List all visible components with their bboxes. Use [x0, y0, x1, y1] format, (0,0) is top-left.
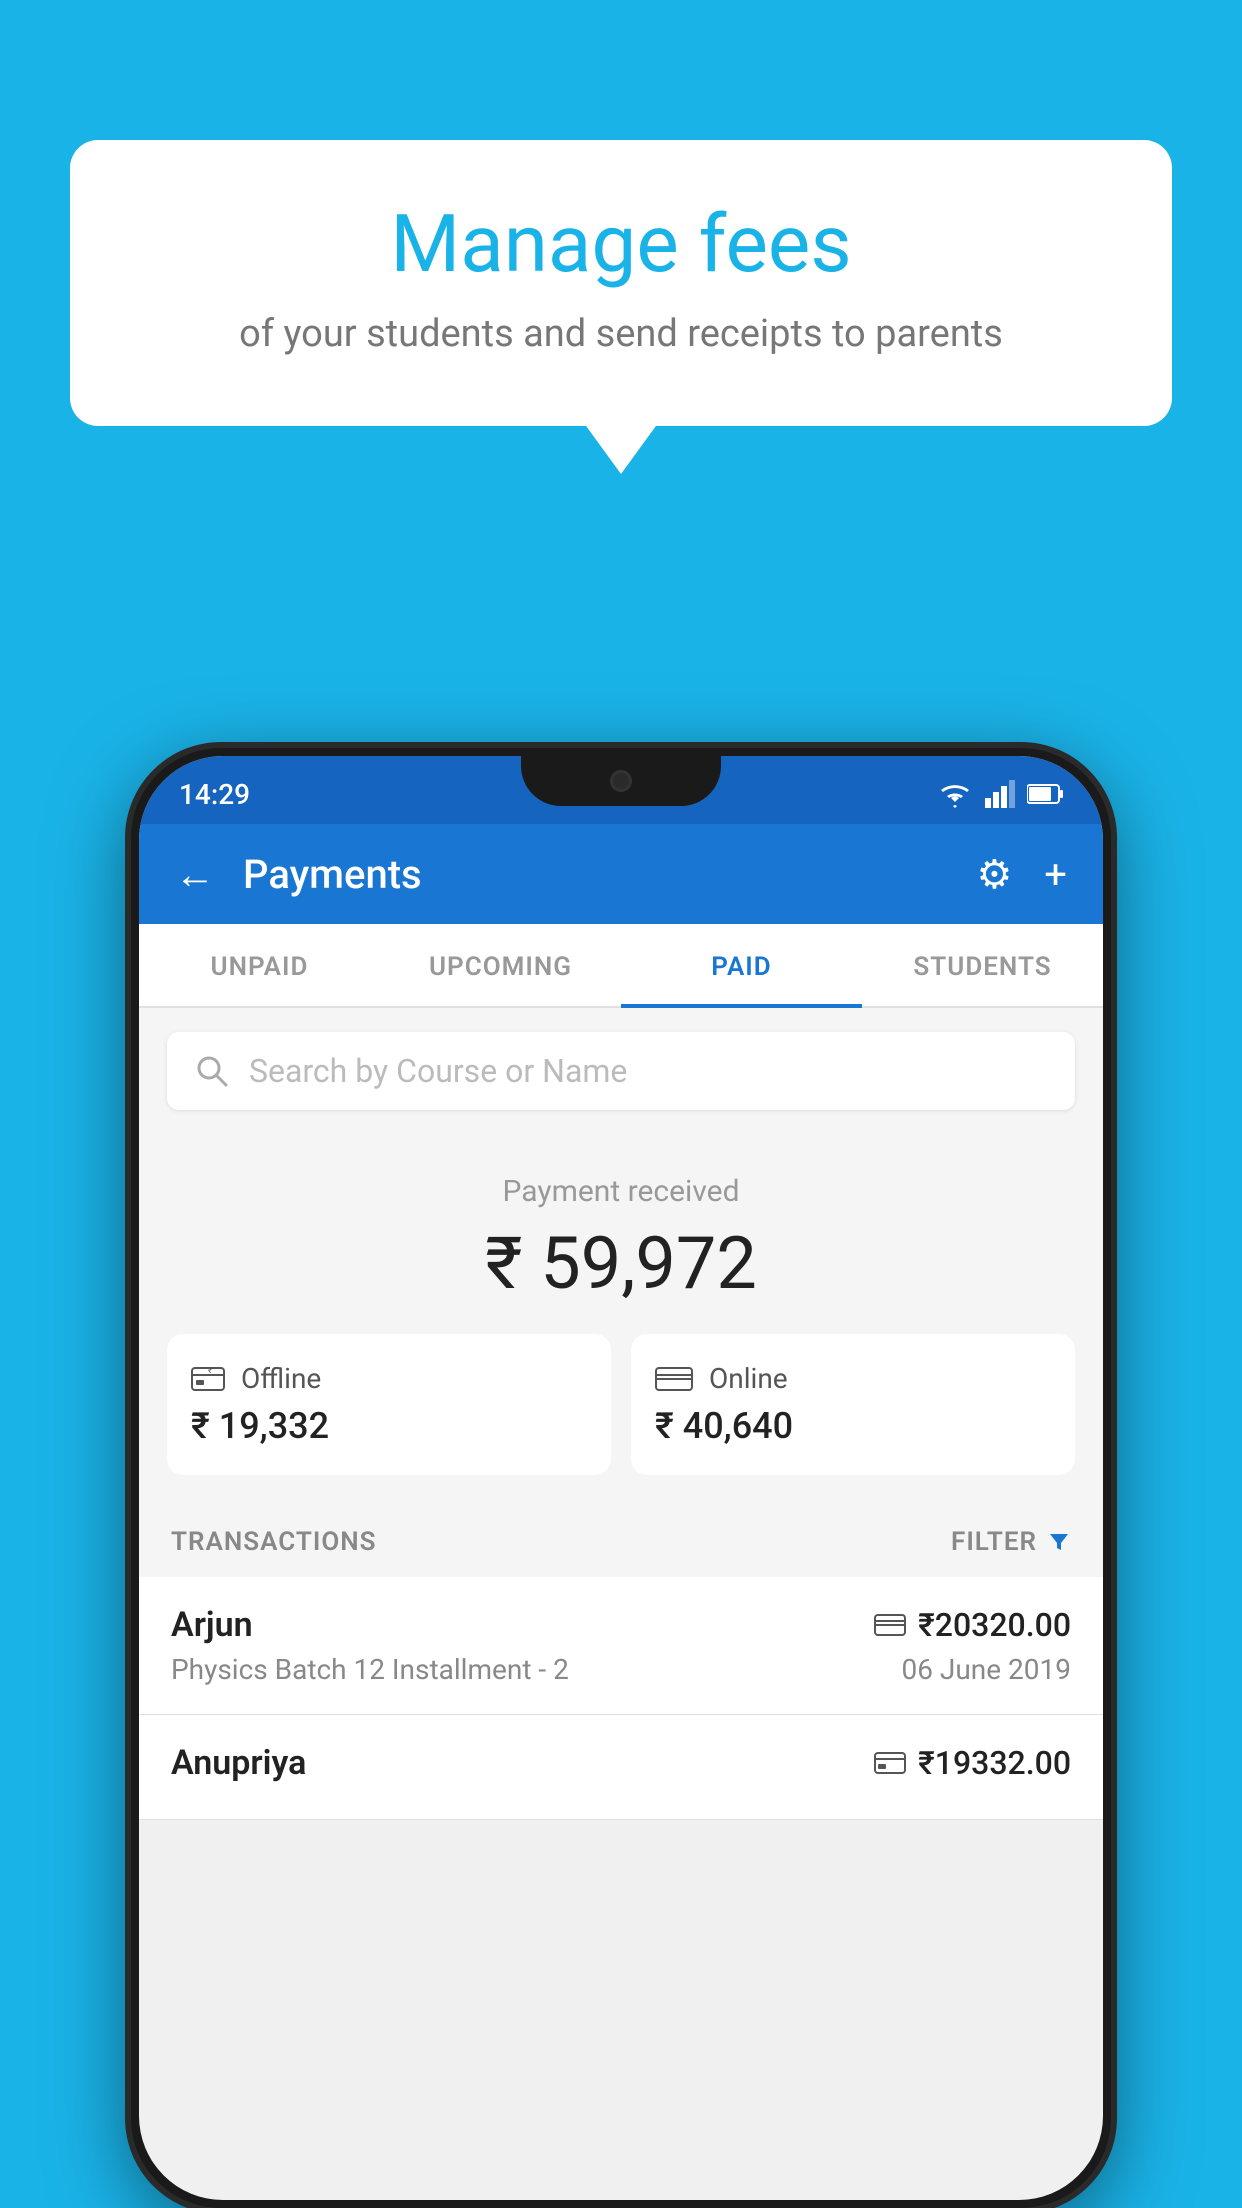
filter-button[interactable]: FILTER — [951, 1527, 1071, 1557]
offline-payment-icon: ₹ — [191, 1365, 225, 1393]
tab-upcoming[interactable]: UPCOMING — [380, 924, 621, 1006]
speech-bubble-subtitle: of your students and send receipts to pa… — [150, 312, 1092, 356]
payment-received-label: Payment received — [167, 1174, 1075, 1209]
transaction-name: Arjun — [171, 1605, 253, 1645]
speech-bubble-title: Manage fees — [150, 200, 1092, 288]
transaction-amount: ₹20320.00 — [918, 1606, 1071, 1644]
transaction-item[interactable]: Arjun ₹20320.00 Physics Batch 12 Install… — [139, 1577, 1103, 1715]
svg-text:₹: ₹ — [208, 1366, 212, 1375]
transaction-amount-container: ₹19332.00 — [874, 1744, 1071, 1782]
payment-received-amount: ₹ 59,972 — [167, 1221, 1075, 1306]
transaction-card-icon — [874, 1613, 906, 1637]
transaction-list: Arjun ₹20320.00 Physics Batch 12 Install… — [139, 1577, 1103, 1820]
battery-icon — [1027, 783, 1063, 805]
tab-students[interactable]: STUDENTS — [862, 924, 1103, 1006]
online-amount: ₹ 40,640 — [655, 1405, 1051, 1447]
search-bar[interactable]: Search by Course or Name — [167, 1032, 1075, 1110]
transaction-offline-icon — [874, 1751, 906, 1775]
speech-bubble: Manage fees of your students and send re… — [70, 140, 1172, 426]
offline-label: Offline — [241, 1362, 321, 1395]
back-button[interactable]: ← — [175, 851, 215, 898]
online-payment-card: Online ₹ 40,640 — [631, 1334, 1075, 1475]
online-payment-icon — [655, 1365, 693, 1393]
search-input-placeholder[interactable]: Search by Course or Name — [249, 1052, 627, 1090]
settings-button[interactable]: ⚙ — [976, 851, 1012, 898]
transaction-item[interactable]: Anupriya ₹19332.00 — [139, 1715, 1103, 1820]
signal-icon — [985, 780, 1015, 808]
app-bar-title: Payments — [243, 851, 948, 898]
phone-device: 14:29 — [131, 748, 1111, 2208]
status-icons — [937, 780, 1063, 808]
tab-unpaid[interactable]: UNPAID — [139, 924, 380, 1006]
filter-icon — [1047, 1530, 1071, 1554]
search-icon — [195, 1054, 229, 1088]
front-camera — [610, 770, 632, 792]
status-time: 14:29 — [179, 778, 250, 811]
tabs-bar: UNPAID UPCOMING PAID STUDENTS — [139, 924, 1103, 1008]
transaction-amount-container: ₹20320.00 — [874, 1606, 1071, 1644]
wifi-icon — [937, 780, 973, 808]
online-label: Online — [709, 1362, 788, 1395]
payment-received-section: Payment received ₹ 59,972 ₹ Offline — [139, 1134, 1103, 1503]
phone-screen: 14:29 — [139, 756, 1103, 2200]
transactions-label: TRANSACTIONS — [171, 1527, 377, 1557]
search-bar-container: Search by Course or Name — [139, 1008, 1103, 1134]
app-bar: ← Payments ⚙ + — [139, 824, 1103, 924]
add-button[interactable]: + — [1044, 851, 1067, 898]
transaction-course: Physics Batch 12 Installment - 2 — [171, 1653, 569, 1686]
transaction-amount: ₹19332.00 — [918, 1744, 1071, 1782]
transaction-date: 06 June 2019 — [901, 1653, 1071, 1686]
phone-notch — [521, 756, 721, 806]
offline-payment-card: ₹ Offline ₹ 19,332 — [167, 1334, 611, 1475]
transactions-header: TRANSACTIONS FILTER — [139, 1503, 1103, 1577]
app-bar-actions: ⚙ + — [976, 851, 1067, 898]
filter-label: FILTER — [951, 1527, 1037, 1557]
transaction-name: Anupriya — [171, 1743, 306, 1783]
speech-bubble-container: Manage fees of your students and send re… — [70, 140, 1172, 426]
offline-amount: ₹ 19,332 — [191, 1405, 587, 1447]
tab-paid[interactable]: PAID — [621, 924, 862, 1006]
payment-cards: ₹ Offline ₹ 19,332 — [167, 1334, 1075, 1475]
